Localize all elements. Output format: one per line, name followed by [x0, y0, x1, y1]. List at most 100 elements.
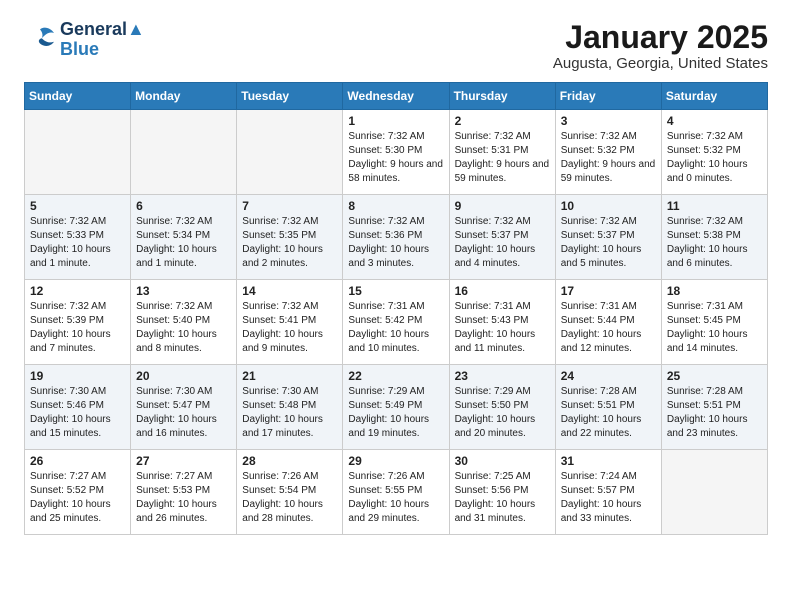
day-info: Sunrise: 7:32 AMSunset: 5:32 PMDaylight:… [561, 130, 656, 186]
day-number: 10 [561, 199, 656, 213]
day-info: Sunrise: 7:28 AMSunset: 5:51 PMDaylight:… [561, 385, 656, 441]
day-info: Sunrise: 7:24 AMSunset: 5:57 PMDaylight:… [561, 470, 656, 526]
calendar-day-empty [661, 450, 767, 535]
calendar-week-row: 26 Sunrise: 7:27 AMSunset: 5:52 PMDayligh… [25, 450, 768, 535]
day-info: Sunrise: 7:32 AMSunset: 5:38 PMDaylight:… [667, 215, 762, 271]
day-number: 31 [561, 454, 656, 468]
calendar-day-3: 3 Sunrise: 7:32 AMSunset: 5:32 PMDaylight… [555, 110, 661, 195]
calendar-day-26: 26 Sunrise: 7:27 AMSunset: 5:52 PMDayligh… [25, 450, 131, 535]
month-title: January 2025 [553, 20, 768, 55]
day-info: Sunrise: 7:25 AMSunset: 5:56 PMDaylight:… [455, 470, 550, 526]
day-number: 25 [667, 369, 762, 383]
day-number: 28 [242, 454, 337, 468]
day-info: Sunrise: 7:30 AMSunset: 5:48 PMDaylight:… [242, 385, 337, 441]
calendar-day-12: 12Sunrise: 7:32 AMSunset: 5:39 PMDayligh… [25, 280, 131, 365]
calendar-day-6: 6 Sunrise: 7:32 AMSunset: 5:34 PMDaylight… [131, 195, 237, 280]
day-number: 18 [667, 284, 762, 298]
calendar-day-30: 30 Sunrise: 7:25 AMSunset: 5:56 PMDayligh… [449, 450, 555, 535]
day-number: 19 [30, 369, 125, 383]
calendar-day-14: 14 Sunrise: 7:32 AMSunset: 5:41 PMDayligh… [237, 280, 343, 365]
calendar-day-28: 28 Sunrise: 7:26 AMSunset: 5:54 PMDayligh… [237, 450, 343, 535]
day-number: 16 [455, 284, 550, 298]
calendar-day-16: 16 Sunrise: 7:31 AMSunset: 5:43 PMDayligh… [449, 280, 555, 365]
day-number: 22 [348, 369, 443, 383]
logo-text: General▲ Blue [60, 20, 145, 60]
calendar-day-15: 15Sunrise: 7:31 AMSunset: 5:42 PMDayligh… [343, 280, 449, 365]
title-area: January 2025 Augusta, Georgia, United St… [553, 20, 768, 72]
calendar-day-empty [131, 110, 237, 195]
day-number: 11 [667, 199, 762, 213]
calendar-day-empty [25, 110, 131, 195]
day-number: 7 [242, 199, 337, 213]
calendar-day-29: 29Sunrise: 7:26 AMSunset: 5:55 PMDayligh… [343, 450, 449, 535]
weekday-header-saturday: Saturday [661, 83, 767, 110]
day-info: Sunrise: 7:27 AMSunset: 5:53 PMDaylight:… [136, 470, 231, 526]
weekday-header-tuesday: Tuesday [237, 83, 343, 110]
day-info: Sunrise: 7:32 AMSunset: 5:36 PMDaylight:… [348, 215, 443, 271]
day-number: 20 [136, 369, 231, 383]
day-info: Sunrise: 7:32 AMSunset: 5:34 PMDaylight:… [136, 215, 231, 271]
logo: General▲ Blue [24, 20, 145, 60]
logo-icon [24, 26, 56, 54]
calendar-day-31: 31 Sunrise: 7:24 AMSunset: 5:57 PMDayligh… [555, 450, 661, 535]
day-info: Sunrise: 7:30 AMSunset: 5:46 PMDaylight:… [30, 385, 125, 441]
day-number: 13 [136, 284, 231, 298]
calendar-week-row: 12Sunrise: 7:32 AMSunset: 5:39 PMDayligh… [25, 280, 768, 365]
calendar-table: SundayMondayTuesdayWednesdayThursdayFrid… [24, 82, 768, 535]
day-number: 6 [136, 199, 231, 213]
day-number: 23 [455, 369, 550, 383]
day-info: Sunrise: 7:30 AMSunset: 5:47 PMDaylight:… [136, 385, 231, 441]
day-number: 5 [30, 199, 125, 213]
weekday-header-friday: Friday [555, 83, 661, 110]
weekday-header-thursday: Thursday [449, 83, 555, 110]
day-number: 17 [561, 284, 656, 298]
day-number: 14 [242, 284, 337, 298]
day-info: Sunrise: 7:31 AMSunset: 5:43 PMDaylight:… [455, 300, 550, 356]
calendar-day-22: 22 Sunrise: 7:29 AMSunset: 5:49 PMDayligh… [343, 365, 449, 450]
calendar-day-24: 24 Sunrise: 7:28 AMSunset: 5:51 PMDayligh… [555, 365, 661, 450]
day-info: Sunrise: 7:26 AMSunset: 5:54 PMDaylight:… [242, 470, 337, 526]
day-number: 8 [348, 199, 443, 213]
day-info: Sunrise: 7:29 AMSunset: 5:49 PMDaylight:… [348, 385, 443, 441]
calendar-day-9: 9Sunrise: 7:32 AMSunset: 5:37 PMDaylight… [449, 195, 555, 280]
calendar-day-18: 18 Sunrise: 7:31 AMSunset: 5:45 PMDayligh… [661, 280, 767, 365]
calendar-week-row: 5 Sunrise: 7:32 AMSunset: 5:33 PMDaylight… [25, 195, 768, 280]
weekday-header-row: SundayMondayTuesdayWednesdayThursdayFrid… [25, 83, 768, 110]
day-number: 29 [348, 454, 443, 468]
calendar-week-row: 19 Sunrise: 7:30 AMSunset: 5:46 PMDayligh… [25, 365, 768, 450]
calendar-day-11: 11 Sunrise: 7:32 AMSunset: 5:38 PMDayligh… [661, 195, 767, 280]
day-number: 3 [561, 114, 656, 128]
day-number: 26 [30, 454, 125, 468]
day-info: Sunrise: 7:32 AMSunset: 5:37 PMDaylight:… [455, 215, 550, 271]
day-number: 1 [348, 114, 443, 128]
day-info: Sunrise: 7:27 AMSunset: 5:52 PMDaylight:… [30, 470, 125, 526]
day-number: 24 [561, 369, 656, 383]
page-header: General▲ Blue January 2025 Augusta, Geor… [24, 20, 768, 72]
day-number: 30 [455, 454, 550, 468]
calendar-day-27: 27Sunrise: 7:27 AMSunset: 5:53 PMDayligh… [131, 450, 237, 535]
day-info: Sunrise: 7:32 AMSunset: 5:35 PMDaylight:… [242, 215, 337, 271]
day-number: 12 [30, 284, 125, 298]
day-number: 4 [667, 114, 762, 128]
day-info: Sunrise: 7:32 AMSunset: 5:31 PMDaylight:… [455, 130, 550, 186]
calendar-day-23: 23 Sunrise: 7:29 AMSunset: 5:50 PMDayligh… [449, 365, 555, 450]
day-info: Sunrise: 7:31 AMSunset: 5:44 PMDaylight:… [561, 300, 656, 356]
calendar-day-4: 4Sunrise: 7:32 AMSunset: 5:32 PMDaylight… [661, 110, 767, 195]
calendar-day-13: 13 Sunrise: 7:32 AMSunset: 5:40 PMDayligh… [131, 280, 237, 365]
weekday-header-wednesday: Wednesday [343, 83, 449, 110]
day-info: Sunrise: 7:32 AMSunset: 5:40 PMDaylight:… [136, 300, 231, 356]
calendar-day-17: 17 Sunrise: 7:31 AMSunset: 5:44 PMDayligh… [555, 280, 661, 365]
day-info: Sunrise: 7:31 AMSunset: 5:45 PMDaylight:… [667, 300, 762, 356]
calendar-day-21: 21Sunrise: 7:30 AMSunset: 5:48 PMDayligh… [237, 365, 343, 450]
day-info: Sunrise: 7:32 AMSunset: 5:33 PMDaylight:… [30, 215, 125, 271]
calendar-day-8: 8 Sunrise: 7:32 AMSunset: 5:36 PMDaylight… [343, 195, 449, 280]
calendar-day-2: 2Sunrise: 7:32 AMSunset: 5:31 PMDaylight… [449, 110, 555, 195]
calendar-day-7: 7 Sunrise: 7:32 AMSunset: 5:35 PMDaylight… [237, 195, 343, 280]
location: Augusta, Georgia, United States [553, 55, 768, 72]
calendar-day-1: 1 Sunrise: 7:32 AMSunset: 5:30 PMDaylight… [343, 110, 449, 195]
day-info: Sunrise: 7:29 AMSunset: 5:50 PMDaylight:… [455, 385, 550, 441]
day-info: Sunrise: 7:32 AMSunset: 5:41 PMDaylight:… [242, 300, 337, 356]
day-info: Sunrise: 7:32 AMSunset: 5:30 PMDaylight:… [348, 130, 443, 186]
day-info: Sunrise: 7:31 AMSunset: 5:42 PMDaylight:… [348, 300, 443, 356]
calendar-week-row: 1 Sunrise: 7:32 AMSunset: 5:30 PMDaylight… [25, 110, 768, 195]
